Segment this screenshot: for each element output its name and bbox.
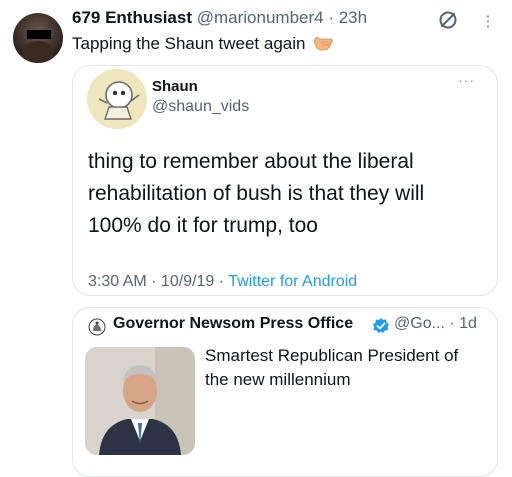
author-handle[interactable]: @marionumber4	[197, 8, 324, 27]
quoted-tweet-meta: 3:30 AM · 10/9/19 · Twitter for Android	[88, 273, 357, 291]
tweet-text: Tapping the Shaun tweet again	[72, 33, 334, 56]
tweet-text-body: Tapping the Shaun tweet again	[72, 34, 306, 53]
quoted-date[interactable]: 10/9/19	[161, 273, 214, 290]
verified-badge-icon	[372, 317, 390, 340]
quoted2-author-name[interactable]: Governor Newsom Press Office	[113, 315, 353, 333]
author-name[interactable]: 679 Enthusiast	[72, 8, 192, 27]
quoted-author-handle[interactable]: @shaun_vids	[152, 98, 249, 116]
quoted-author-name[interactable]: Shaun	[152, 78, 198, 95]
tweet-time[interactable]: · 23h	[324, 8, 367, 27]
quoted-more-icon[interactable]: ···	[458, 72, 475, 88]
meta-separator: ·	[146, 273, 161, 290]
avatar[interactable]	[13, 13, 63, 63]
quoted2-time[interactable]: · 1d	[445, 315, 477, 332]
more-options-icon[interactable]: · · ·	[486, 9, 491, 33]
quoted-avatar[interactable]	[87, 69, 147, 129]
quoted-text-line: 100% do it for trump, too	[88, 214, 318, 237]
state-seal-icon[interactable]	[88, 318, 106, 341]
mute-icon[interactable]	[438, 10, 458, 35]
quoted-tweet-text: thing to remember about the liberal reha…	[88, 146, 488, 242]
avatar-face	[22, 41, 54, 63]
quoted2-author-handle[interactable]: @Go...	[394, 315, 445, 332]
pointing-left-hand-icon	[313, 33, 334, 56]
quoted-text-line: rehabilitation of bush is that they will	[88, 182, 425, 205]
attached-photo[interactable]	[85, 347, 195, 455]
quoted2-meta: @Go... · 1d	[394, 315, 477, 333]
quoted-text-line: thing to remember about the liberal	[88, 150, 414, 173]
avatar-censor-bar	[27, 30, 51, 39]
tweet-header: 679 Enthusiast @marionumber4 · 23h	[72, 8, 367, 28]
meta-separator: ·	[214, 273, 229, 290]
quoted2-text-line: the new millennium	[205, 370, 351, 389]
quoted-time[interactable]: 3:30 AM	[88, 273, 147, 290]
quoted-source-link[interactable]: Twitter for Android	[228, 273, 357, 290]
quoted2-text-line: Smartest Republican President of	[205, 346, 459, 365]
quoted2-tweet-text: Smartest Republican President of the new…	[205, 344, 495, 392]
